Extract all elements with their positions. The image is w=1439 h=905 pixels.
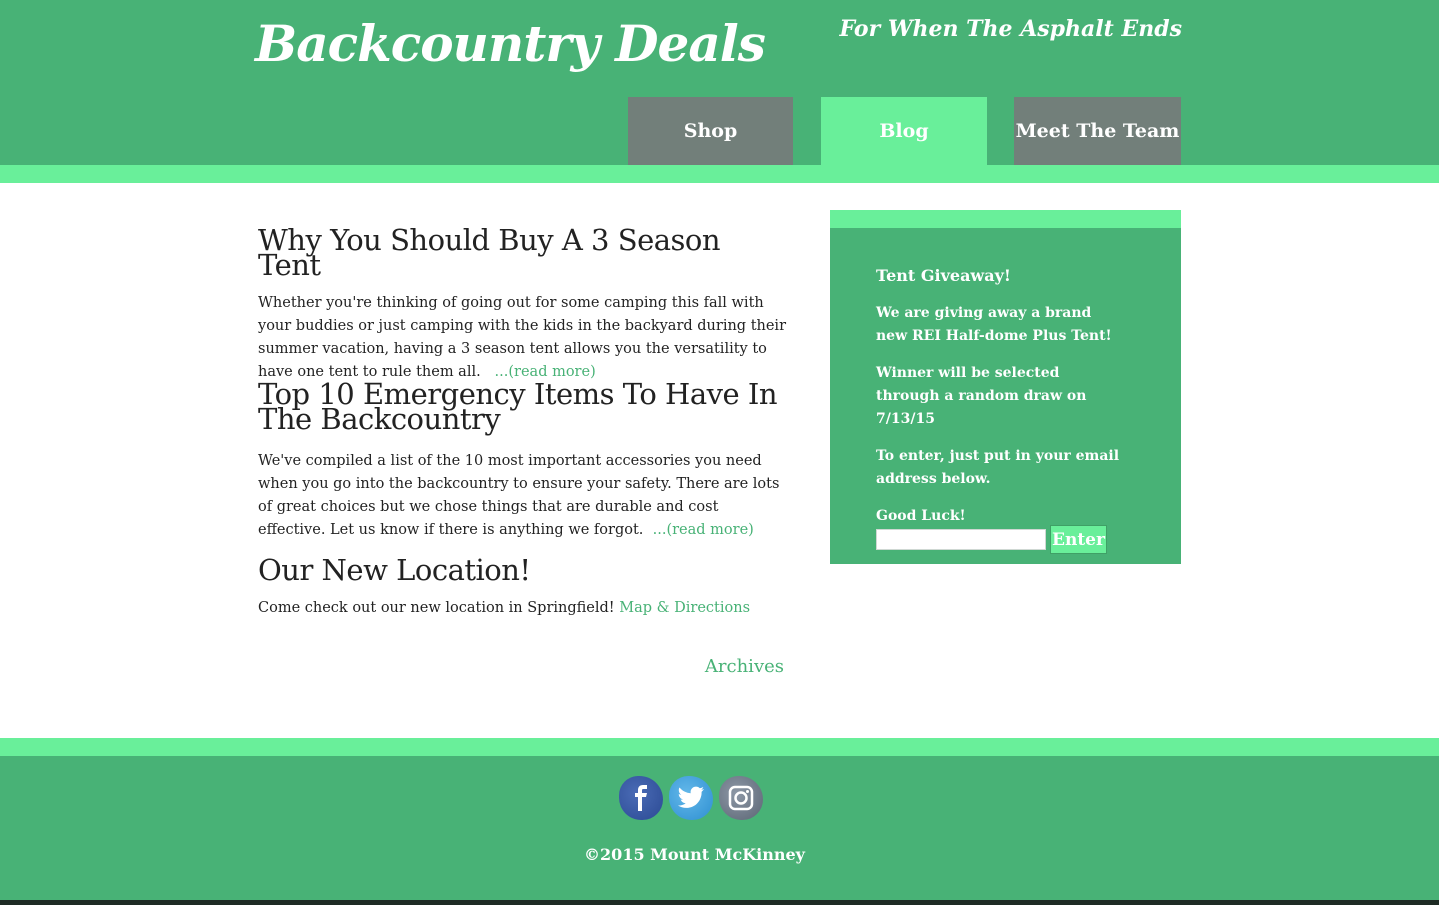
nav-tab-meet-the-team[interactable]: Meet The Team <box>1014 97 1181 165</box>
blog-post: Why You Should Buy A 3 Season Tent Wheth… <box>258 226 788 384</box>
header-accent-stripe <box>0 165 1439 183</box>
blog-post: Top 10 Emergency Items To Have In The Ba… <box>258 380 788 542</box>
site-footer: ©2015 Mount McKinney <box>0 756 1439 900</box>
site-title[interactable]: Backcountry Deals <box>255 14 766 73</box>
giveaway-sidebar: Tent Giveaway! We are giving away a bran… <box>830 228 1181 564</box>
post-text: Come check out our new location in Sprin… <box>258 600 615 616</box>
site-tagline: For When The Asphalt Ends <box>839 16 1182 42</box>
post-title[interactable]: Top 10 Emergency Items To Have In The Ba… <box>258 380 788 434</box>
giveaway-text: We are giving away a brand new REI Half-… <box>876 305 1112 344</box>
email-field[interactable] <box>876 529 1046 550</box>
nav-tab-blog[interactable]: Blog <box>821 97 987 165</box>
post-body: Come check out our new location in Sprin… <box>258 597 788 620</box>
map-directions-link[interactable]: Map & Directions <box>619 600 750 616</box>
giveaway-text: Winner will be selected through a random… <box>876 365 1087 427</box>
site-header: Backcountry Deals For When The Asphalt E… <box>0 0 1439 165</box>
instagram-icon[interactable] <box>719 776 763 820</box>
giveaway-text: To enter, just put in your email address… <box>876 448 1120 487</box>
giveaway-heading: Tent Giveaway! <box>876 266 1011 285</box>
footer-accent-stripe <box>0 738 1439 756</box>
page-bottom-edge <box>0 900 1439 905</box>
facebook-icon[interactable] <box>619 776 663 820</box>
post-title[interactable]: Our New Location! <box>258 556 788 585</box>
twitter-icon[interactable] <box>669 776 713 820</box>
read-more-link[interactable]: ...(read more) <box>653 522 754 538</box>
post-body: We've compiled a list of the 10 most imp… <box>258 450 788 542</box>
archives-link[interactable]: Archives <box>705 656 784 677</box>
enter-button[interactable]: Enter <box>1050 525 1107 554</box>
blog-post: Our New Location! Come check out our new… <box>258 556 788 620</box>
post-title[interactable]: Why You Should Buy A 3 Season Tent <box>258 226 788 280</box>
sidebar-accent-stripe <box>830 210 1181 228</box>
post-body: Whether you're thinking of going out for… <box>258 292 788 384</box>
social-links <box>619 776 763 820</box>
copyright-text: ©2015 Mount McKinney <box>584 845 805 864</box>
nav-tab-shop[interactable]: Shop <box>628 97 793 165</box>
giveaway-form: Enter <box>876 525 1107 554</box>
